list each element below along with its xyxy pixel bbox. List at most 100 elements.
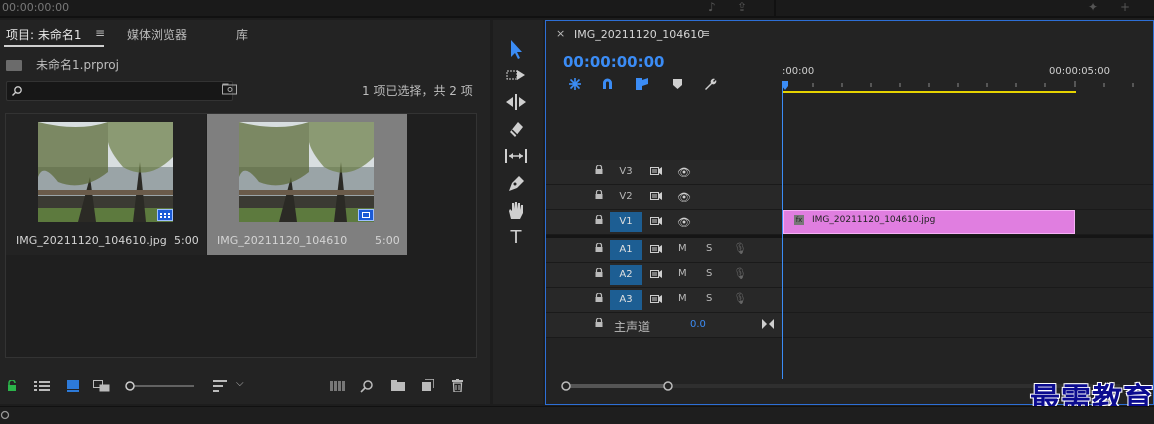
playhead-line[interactable] bbox=[782, 81, 783, 379]
track-lane[interactable] bbox=[783, 263, 1153, 287]
ripple-edit-tool-icon[interactable] bbox=[503, 91, 529, 113]
sync-lock-icon[interactable] bbox=[650, 166, 662, 176]
track-name[interactable]: V2 bbox=[610, 187, 642, 207]
track-header: V1 👁 bbox=[546, 210, 782, 234]
zoom-slider[interactable] bbox=[124, 379, 196, 393]
selection-tool-icon[interactable] bbox=[503, 38, 529, 60]
selection-status: 1 项已选择，共 2 项 bbox=[362, 84, 473, 98]
automate-to-sequence-icon[interactable] bbox=[330, 381, 346, 391]
track-name[interactable]: A2 bbox=[610, 265, 642, 285]
lock-icon[interactable] bbox=[595, 243, 603, 252]
playhead-timecode[interactable]: 00:00:00:00 bbox=[563, 53, 665, 71]
tab-project[interactable]: 项目: 未命名1 bbox=[6, 26, 82, 43]
lock-icon[interactable] bbox=[595, 215, 603, 224]
search-box[interactable] bbox=[6, 81, 233, 101]
track-a1: A1 M S 🎙 bbox=[546, 238, 1153, 263]
clip-thumbnail bbox=[239, 122, 374, 222]
clip-card-jpg[interactable]: IMG_20211120_104610.jpg 5:00 bbox=[6, 114, 206, 255]
tab-menu-icon[interactable]: ≡ bbox=[95, 26, 105, 40]
list-view-icon[interactable] bbox=[34, 381, 50, 391]
linked-selection-icon[interactable] bbox=[635, 77, 649, 91]
settings-icon[interactable]: ✦ bbox=[1088, 0, 1098, 14]
fx-badge-icon: fx bbox=[794, 215, 804, 225]
tab-media-browser[interactable]: 媒体浏览器 bbox=[127, 26, 187, 43]
project-bin-icon bbox=[6, 60, 22, 71]
track-header: A2 M S 🎙 bbox=[546, 263, 782, 287]
track-a2: A2 M S 🎙 bbox=[546, 263, 1153, 288]
panel-divider bbox=[774, 0, 776, 16]
wrench-icon[interactable] bbox=[703, 77, 717, 91]
add-marker-icon[interactable] bbox=[673, 79, 682, 89]
top-strip: 00:00:00:00 ♪ ⇪ ✦ + bbox=[0, 0, 1154, 18]
export-frame-icon[interactable]: ⇪ bbox=[737, 0, 747, 14]
sort-icon[interactable] bbox=[213, 380, 227, 392]
new-bin-icon[interactable] bbox=[391, 380, 405, 391]
mute-button[interactable]: M bbox=[678, 293, 687, 304]
timeline-clip[interactable]: fx IMG_20211120_104610.jpg bbox=[783, 210, 1075, 234]
lock-icon[interactable] bbox=[595, 190, 603, 199]
find-icon[interactable] bbox=[360, 379, 374, 393]
eye-icon[interactable]: 👁 bbox=[677, 216, 691, 229]
track-lane[interactable] bbox=[783, 160, 1153, 184]
chevron-down-icon[interactable]: ⌵ bbox=[236, 378, 244, 389]
mute-button[interactable]: M bbox=[678, 243, 687, 254]
solo-button[interactable]: S bbox=[706, 243, 712, 254]
new-item-icon[interactable] bbox=[422, 379, 434, 391]
time-ruler[interactable] bbox=[783, 81, 1153, 97]
add-icon[interactable]: + bbox=[1120, 0, 1130, 14]
unlock-icon[interactable] bbox=[7, 380, 17, 392]
audio-output-icon[interactable]: ♪ bbox=[708, 0, 716, 14]
search-input[interactable] bbox=[25, 83, 230, 99]
eye-icon[interactable]: 👁 bbox=[677, 191, 691, 204]
sync-lock-icon[interactable] bbox=[650, 216, 662, 226]
thumbnail-image bbox=[239, 122, 374, 222]
snap-icon[interactable] bbox=[601, 77, 614, 90]
track-name[interactable]: A1 bbox=[610, 240, 642, 260]
solo-button[interactable]: S bbox=[706, 268, 712, 279]
track-name[interactable]: V3 bbox=[610, 162, 642, 182]
find-in-folder-icon[interactable] bbox=[222, 83, 238, 95]
lock-icon[interactable] bbox=[595, 318, 603, 327]
track-name[interactable]: V1 bbox=[610, 212, 642, 232]
hand-tool-icon[interactable] bbox=[503, 199, 529, 221]
trash-icon[interactable] bbox=[452, 379, 463, 392]
slip-tool-icon[interactable] bbox=[503, 145, 529, 167]
project-panel: 项目: 未命名1 ≡ 媒体浏览器 库 未命名1.prproj 1 项已选择，共 … bbox=[0, 20, 490, 404]
mute-button[interactable]: M bbox=[678, 268, 687, 279]
close-tab-icon[interactable]: × bbox=[556, 27, 565, 40]
sync-lock-icon[interactable] bbox=[650, 244, 662, 254]
lock-icon[interactable] bbox=[595, 293, 603, 302]
lock-icon[interactable] bbox=[595, 268, 603, 277]
lock-icon[interactable] bbox=[595, 165, 603, 174]
master-track-label: 主声道 bbox=[614, 320, 651, 334]
microphone-icon[interactable]: 🎙 bbox=[733, 242, 747, 255]
track-select-tool-icon[interactable] bbox=[503, 64, 529, 86]
go-to-end-icon[interactable] bbox=[762, 319, 774, 329]
razor-tool-icon[interactable] bbox=[503, 118, 529, 140]
tab-library[interactable]: 库 bbox=[236, 26, 248, 43]
eye-icon[interactable]: 👁 bbox=[677, 166, 691, 179]
type-tool-icon[interactable]: T bbox=[503, 227, 529, 249]
microphone-icon[interactable]: 🎙 bbox=[733, 267, 747, 280]
clip-card-sequence[interactable]: IMG_20211120_104610 5:00 bbox=[207, 114, 407, 255]
track-lane[interactable] bbox=[783, 288, 1153, 312]
track-lane[interactable] bbox=[783, 238, 1153, 262]
microphone-icon[interactable]: 🎙 bbox=[733, 292, 747, 305]
icon-view-icon[interactable] bbox=[67, 380, 79, 392]
track-name[interactable]: A3 bbox=[610, 290, 642, 310]
clip-duration: 5:00 bbox=[174, 234, 199, 247]
track-lane[interactable] bbox=[783, 185, 1153, 209]
nest-icon[interactable] bbox=[568, 77, 582, 91]
sync-lock-icon[interactable] bbox=[650, 191, 662, 201]
pen-tool-icon[interactable] bbox=[503, 172, 529, 194]
solo-button[interactable]: S bbox=[706, 293, 712, 304]
master-volume-value[interactable]: 0.0 bbox=[690, 319, 706, 330]
sequence-menu-icon[interactable]: ≡ bbox=[701, 27, 710, 40]
sync-lock-icon[interactable] bbox=[650, 269, 662, 279]
freeform-view-icon[interactable] bbox=[93, 380, 111, 392]
sync-lock-icon[interactable] bbox=[650, 294, 662, 304]
sequence-tab[interactable]: IMG_20211120_104610 bbox=[574, 28, 704, 41]
status-bar bbox=[0, 406, 1154, 424]
track-lane[interactable] bbox=[783, 313, 1153, 337]
clip-name: IMG_20211120_104610.jpg bbox=[16, 234, 167, 247]
